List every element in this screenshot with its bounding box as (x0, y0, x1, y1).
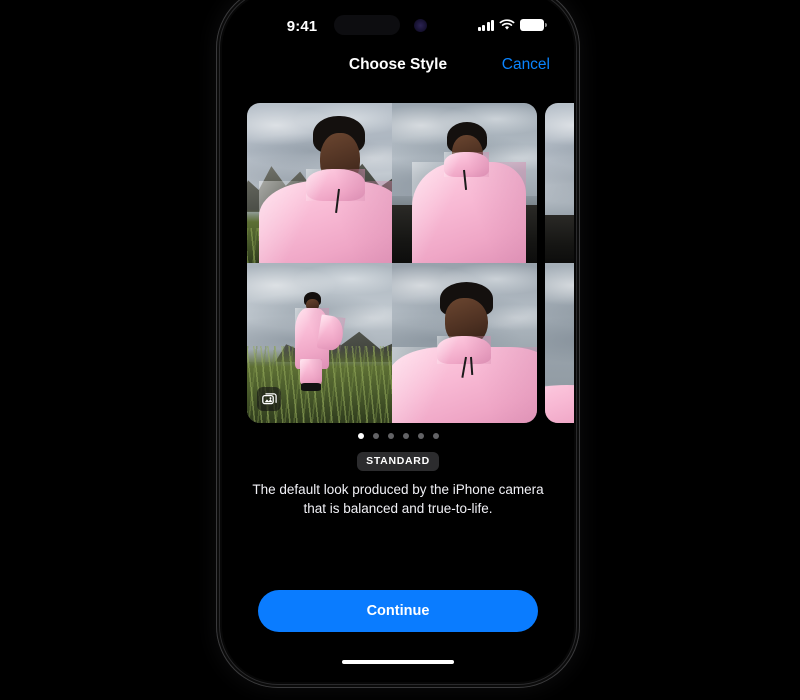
page-dot-3[interactable] (387, 433, 394, 439)
continue-button[interactable]: Continue (258, 590, 538, 632)
style-card-standard[interactable] (247, 103, 537, 423)
status-bar-time: 9:41 (286, 18, 318, 35)
home-indicator[interactable] (342, 660, 454, 664)
photo-next-top-left (545, 103, 574, 263)
style-name-badge: STANDARD (357, 452, 439, 471)
dynamic-island (334, 15, 400, 35)
status-bar-icons (477, 19, 547, 31)
phone-screen: 9:41 Choose Style Cancel STANDARD The de… (222, 0, 574, 682)
style-description: The default look produced by the iPhone … (252, 482, 544, 516)
page-dot-4[interactable] (402, 433, 409, 439)
page-dot-2[interactable] (372, 433, 379, 439)
page-dot-1[interactable] (357, 433, 364, 439)
status-bar: 9:41 (222, 15, 574, 40)
photo-grid (247, 103, 537, 423)
photo-next-bottom-left (545, 263, 574, 423)
photo-grid-next (545, 103, 574, 423)
photo-stack-icon (257, 387, 281, 411)
style-carousel[interactable] (222, 103, 574, 423)
cancel-button[interactable]: Cancel (502, 54, 550, 76)
page-dot-6[interactable] (432, 433, 439, 439)
photo-top-right (392, 103, 537, 263)
photo-bottom-right (392, 263, 537, 423)
cellular-signal-icon (477, 19, 494, 31)
photo-bottom-left (247, 263, 392, 423)
battery-icon (520, 19, 547, 31)
wifi-icon (499, 19, 515, 31)
navigation-bar: Choose Style Cancel (222, 54, 574, 80)
front-camera-icon (414, 19, 427, 32)
style-card-next[interactable] (545, 103, 574, 423)
screenshot-canvas: 9:41 Choose Style Cancel STANDARD The de… (0, 0, 800, 700)
photo-top-left (247, 103, 392, 263)
page-indicator[interactable] (222, 433, 574, 439)
style-badge-row: STANDARD (222, 452, 574, 471)
page-dot-5[interactable] (417, 433, 424, 439)
